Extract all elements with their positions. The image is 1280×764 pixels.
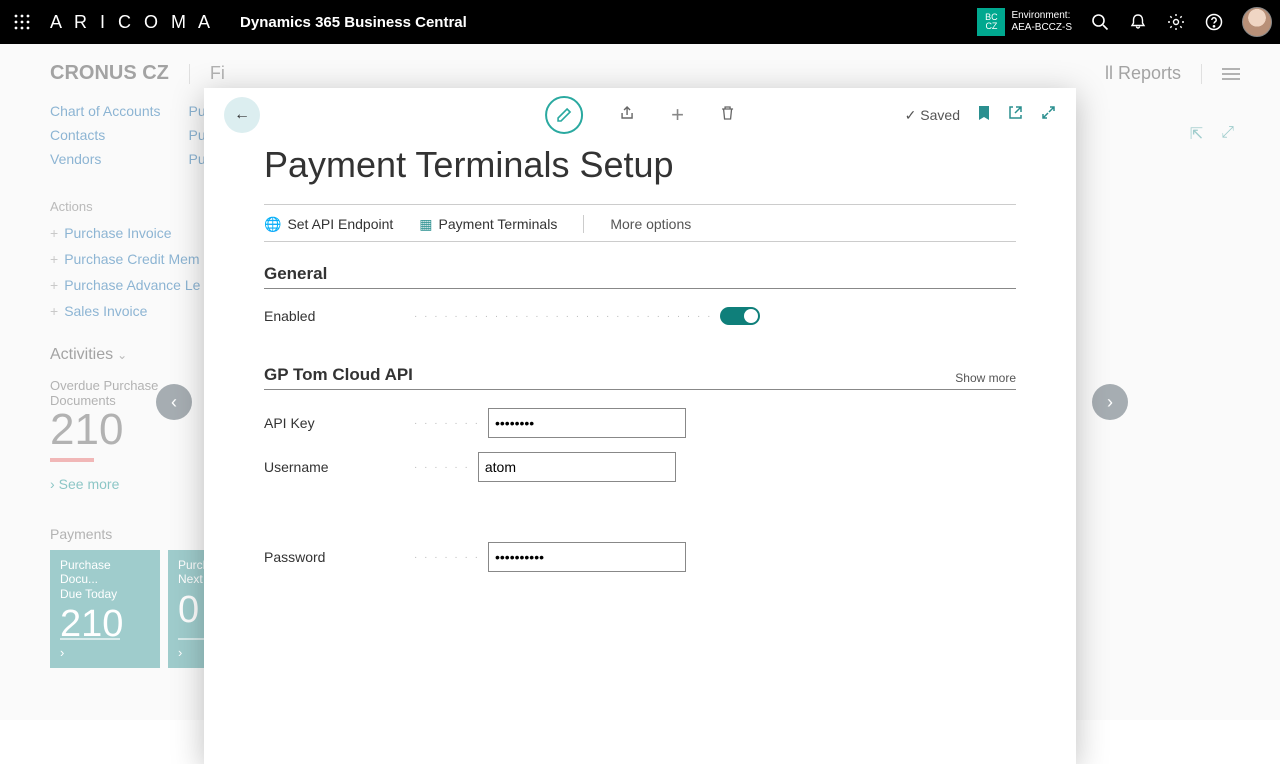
tile-label: Due Today — [60, 587, 150, 601]
hamburger-icon[interactable] — [1222, 68, 1240, 80]
app-launcher-icon[interactable] — [8, 8, 36, 36]
company-name[interactable]: CRONUS CZ — [50, 62, 169, 85]
api-key-label: API Key — [264, 415, 414, 431]
search-icon[interactable] — [1090, 12, 1110, 32]
carousel-next-icon[interactable]: › — [1092, 384, 1128, 420]
api-key-input[interactable] — [488, 408, 686, 438]
kpi-bar — [50, 458, 94, 462]
section-general[interactable]: General — [264, 264, 1016, 289]
more-options-link[interactable]: More options — [610, 216, 691, 232]
nav-link[interactable]: Vendors — [50, 151, 161, 167]
edit-button[interactable] — [545, 96, 583, 134]
share-icon[interactable] — [619, 105, 635, 126]
section-gp-tom-api[interactable]: GP Tom Cloud API Show more — [264, 365, 1016, 390]
notifications-icon[interactable] — [1128, 12, 1148, 32]
reports-link[interactable]: ll Reports — [1105, 63, 1181, 84]
env-label: Environment: — [1011, 10, 1072, 22]
set-api-endpoint-action[interactable]: 🌐Set API Endpoint — [264, 216, 393, 233]
bookmark-icon[interactable] — [978, 105, 990, 126]
payment-terminals-setup-panel: ← + ✓ Saved Payment Terminals Setup 🌐Set… — [204, 88, 1076, 764]
nav-tab[interactable]: Fi — [210, 63, 225, 84]
workspace: CRONUS CZ Fi ll Reports Chart of Account… — [0, 44, 1280, 720]
brand-logo: A R I C O M A — [50, 12, 214, 33]
app-title: Dynamics 365 Business Central — [240, 14, 467, 31]
enabled-toggle[interactable] — [720, 307, 760, 325]
password-label: Password — [264, 549, 414, 565]
username-label: Username — [264, 459, 414, 475]
env-name: AEA-BCCZ-S — [1011, 22, 1072, 34]
new-icon[interactable]: + — [671, 102, 684, 128]
page-title: Payment Terminals Setup — [264, 144, 1016, 186]
username-input[interactable] — [478, 452, 676, 482]
pin-icon[interactable]: ⇱ — [1190, 124, 1203, 144]
tile-due-today[interactable]: Purchase Docu... Due Today 210 › — [50, 550, 160, 668]
environment-badge[interactable]: BCCZ Environment:AEA-BCCZ-S — [977, 8, 1072, 36]
help-icon[interactable] — [1204, 12, 1224, 32]
nav-link[interactable]: Contacts — [50, 127, 161, 143]
tile-label: Purchase Docu... — [60, 558, 150, 587]
back-button[interactable]: ← — [224, 97, 260, 133]
enabled-label: Enabled — [264, 308, 414, 324]
nav-link[interactable]: Chart of Accounts — [50, 103, 161, 119]
carousel-prev-icon[interactable]: ‹ — [156, 384, 192, 420]
popout-icon[interactable] — [1008, 105, 1023, 125]
show-more-link[interactable]: Show more — [955, 371, 1016, 385]
user-avatar[interactable] — [1242, 7, 1272, 37]
env-badge-line2: CZ — [985, 22, 997, 31]
delete-icon[interactable] — [720, 105, 735, 126]
settings-icon[interactable] — [1166, 12, 1186, 32]
top-bar: A R I C O M A Dynamics 365 Business Cent… — [0, 0, 1280, 44]
payment-terminals-action[interactable]: ▦Payment Terminals — [419, 216, 557, 233]
collapse-icon[interactable]: ⤢ — [1221, 124, 1234, 144]
password-input[interactable] — [488, 542, 686, 572]
saved-indicator: ✓ Saved — [905, 107, 960, 124]
expand-icon[interactable] — [1041, 105, 1056, 125]
